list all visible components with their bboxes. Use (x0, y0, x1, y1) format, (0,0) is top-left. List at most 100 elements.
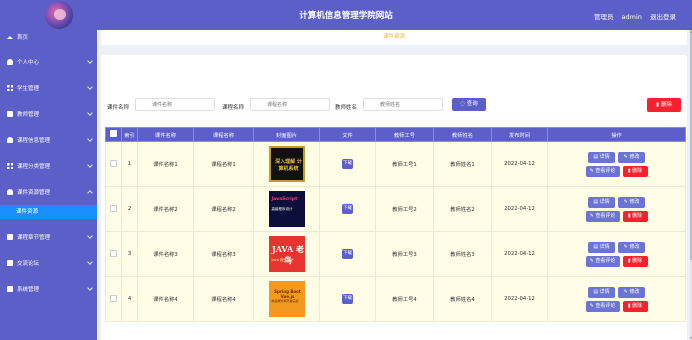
review-label: 查看评论 (595, 167, 616, 174)
table-row: 4 课件名称4 课程名称4 Spring Boot Vue.js 前后端分离开发实… (105, 276, 686, 322)
sidebar-item-label: 学生管理 (17, 86, 40, 92)
row-checkbox[interactable] (110, 159, 117, 167)
edit-button[interactable]: ✎ 修改 (618, 286, 645, 298)
sidebar-item-course-categories[interactable]: 课程分类管理 (0, 153, 97, 179)
chevron-down-icon (87, 259, 93, 265)
cell-course: 课程名称1 (193, 141, 254, 187)
col-actions: 操作 (547, 127, 686, 142)
delete-label: 删除 (632, 212, 643, 219)
sidebar-item-home[interactable]: 首页 (0, 30, 97, 44)
sidebar: 首页 个人中心 学生管理 教师管理 课程信息管理 课程分类管理 课件资源管理 课… (0, 30, 97, 340)
edit-label: 修改 (629, 288, 640, 295)
cover-title: Spring Boot Vue.js (274, 289, 301, 299)
chevron-down-icon (87, 58, 93, 64)
sidebar-item-students[interactable]: 学生管理 (0, 75, 97, 101)
detail-label: 详情 (599, 153, 610, 160)
search-button-label: 查询 (466, 101, 478, 107)
teacher-name-input[interactable] (363, 98, 443, 111)
sidebar-item-label: 课程分类管理 (17, 164, 51, 170)
box-icon (7, 234, 13, 240)
chevron-down-icon (87, 84, 93, 90)
row-checkbox[interactable] (110, 294, 117, 302)
edit-button[interactable]: ✎ 修改 (618, 196, 645, 208)
courseware-name-label: 课件名称 (107, 105, 130, 111)
download-button[interactable]: 下载 (342, 294, 353, 304)
courseware-name-input[interactable] (135, 98, 215, 111)
cell-teacher-id: 教师工号4 (375, 276, 434, 322)
sidebar-subitem-courseware[interactable]: 课件资源 (0, 205, 97, 219)
review-label: 查看评论 (595, 302, 616, 309)
table-header-row: 索引 课件名称 课程名称 封面图片 文件 教师工号 教师姓名 发布时间 操作 (105, 127, 686, 142)
course-name-input[interactable] (250, 98, 330, 111)
view-comments-button[interactable]: ✎ 查看评论 (585, 165, 620, 177)
sidebar-item-profile[interactable]: 个人中心 (0, 49, 97, 75)
cover-image: 深入理解 计算机系统 (268, 146, 305, 182)
chat-icon (7, 260, 13, 266)
cell-teacher-name: 教师姓名3 (433, 231, 492, 277)
sidebar-item-chapters[interactable]: 课程章节管理 (0, 224, 97, 250)
cell-teacher-name: 教师姓名1 (433, 141, 492, 187)
sidebar-item-label: 交流论坛 (17, 261, 40, 267)
user-name: admin (621, 13, 642, 21)
detail-button[interactable]: ▤ 详情 (588, 241, 615, 253)
row-checkbox[interactable] (110, 249, 117, 257)
table-row: 1 课件名称1 课程名称1 深入理解 计算机系统 下载 教师工号1 教师姓名1 … (105, 141, 686, 187)
user-info: 管理员 admin 退出登录 (588, 11, 676, 21)
detail-label: 详情 (599, 288, 610, 295)
cell-teacher-name: 教师姓名2 (433, 186, 492, 232)
edit-label: 修改 (629, 153, 640, 160)
delete-button[interactable]: ▮ 删除 (622, 165, 648, 177)
sidebar-item-forum[interactable]: 交流论坛 (0, 250, 97, 276)
cover-subtitle: Java 程序设计 (271, 258, 295, 262)
edit-label: 修改 (629, 243, 640, 250)
cell-teacher-id: 教师工号1 (375, 141, 434, 187)
cell-date: 2022-04-12 (491, 231, 548, 277)
chevron-down-icon (87, 110, 93, 116)
view-comments-button[interactable]: ✎ 查看评论 (585, 300, 620, 312)
cell-course: 课程名称4 (193, 276, 254, 322)
col-date: 发布时间 (491, 127, 548, 142)
delete-button-label: 删除 (660, 102, 672, 108)
sidebar-item-courses[interactable]: 课程信息管理 (0, 127, 97, 153)
col-teacher-id: 教师工号 (375, 127, 434, 142)
detail-button[interactable]: ▤ 详情 (588, 196, 615, 208)
row-checkbox[interactable] (110, 204, 117, 212)
chevron-up-icon (87, 190, 93, 196)
col-teacher-name: 教师姓名 (433, 127, 492, 142)
cell-index: 3 (121, 231, 138, 277)
detail-button[interactable]: ▤ 详情 (588, 286, 615, 298)
view-comments-button[interactable]: ✎ 查看评论 (585, 210, 620, 222)
logout-link[interactable]: 退出登录 (650, 13, 676, 21)
col-course: 课程名称 (193, 127, 254, 142)
chevron-down-icon (87, 136, 93, 142)
sidebar-item-courseware[interactable]: 课件资源管理 (0, 179, 97, 205)
edit-button[interactable]: ✎ 修改 (618, 151, 645, 163)
course-name-label: 课程名称 (222, 105, 245, 111)
col-file: 文件 (319, 127, 376, 142)
cell-index: 4 (121, 276, 138, 322)
search-button[interactable]: ◌ 查询 (452, 98, 486, 111)
user-role: 管理员 (593, 13, 614, 21)
cell-courseware: 课件名称3 (137, 231, 194, 277)
cover-image: Spring Boot Vue.js 前后端分离开发实战 (268, 281, 305, 317)
table-row: 3 课件名称3 课程名称3 JAVA 老鸟 Java 程序设计 下载 教师工号3 … (105, 231, 686, 277)
delete-button[interactable]: ▮ 删除 (622, 300, 648, 312)
grid-icon (7, 85, 13, 91)
download-button[interactable]: 下载 (342, 249, 353, 259)
download-button[interactable]: 下载 (342, 204, 353, 214)
delete-button[interactable]: ▮ 删除 (622, 255, 648, 267)
download-button[interactable]: 下载 (342, 159, 353, 169)
delete-button[interactable]: ▮ 删除 (622, 210, 648, 222)
chevron-down-icon (87, 285, 93, 291)
batch-delete-button[interactable]: ▮ 删除 (647, 98, 681, 112)
view-comments-button[interactable]: ✎ 查看评论 (585, 255, 620, 267)
sidebar-item-teachers[interactable]: 教师管理 (0, 101, 97, 127)
sidebar-item-label: 系统管理 (17, 287, 40, 293)
user-icon (7, 59, 13, 65)
select-all-checkbox[interactable] (105, 127, 122, 142)
detail-button[interactable]: ▤ 详情 (588, 151, 615, 163)
review-label: 查看评论 (595, 257, 616, 264)
edit-button[interactable]: ✎ 修改 (618, 241, 645, 253)
cover-image: JavaScript 高级程序设计 (268, 191, 305, 227)
sidebar-item-system[interactable]: 系统管理 (0, 276, 97, 302)
